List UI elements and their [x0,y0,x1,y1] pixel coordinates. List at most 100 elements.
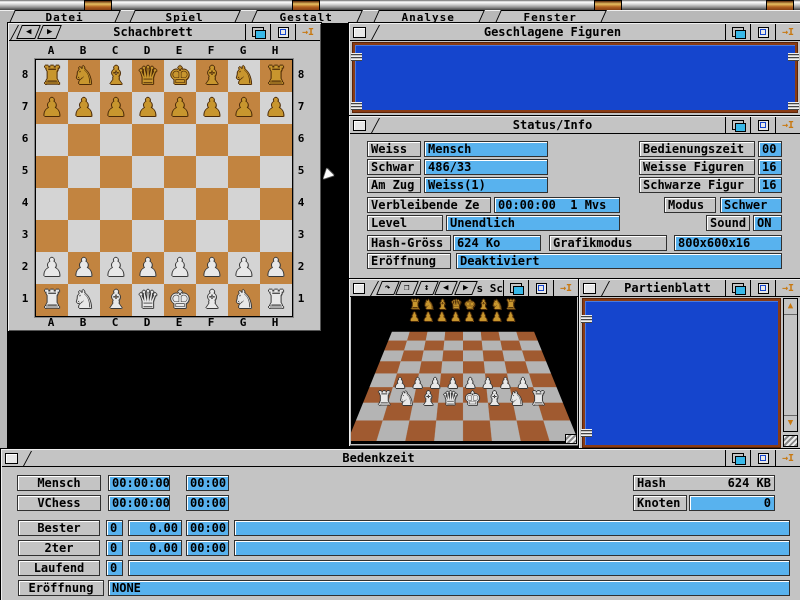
field-2ter-n[interactable]: 0 [106,540,123,556]
field-bester-n[interactable]: 0 [106,520,123,536]
zoom-gadget[interactable] [750,450,775,466]
square-c8[interactable]: ♝ [100,60,132,92]
field-bedienungszeit[interactable]: 00 [758,141,782,157]
schachbrett-titlebar[interactable]: ◀ ▶ Schachbrett →I [9,24,320,41]
move-list-scrollbar[interactable]: ▲ ▼ [783,298,798,432]
zoom-gadget[interactable] [750,280,775,296]
square-a2[interactable]: ♟ [36,252,68,284]
field-mensch-time2[interactable]: 00:00 [186,475,229,491]
square-f8[interactable]: ♝ [196,60,228,92]
square-c4[interactable] [100,188,132,220]
iconify-gadget[interactable]: →I [775,24,800,40]
zoom-gadget[interactable] [528,280,553,296]
square-a5[interactable] [36,156,68,188]
square-a4[interactable] [36,188,68,220]
field-hash-groesse[interactable]: 624 Ko [453,235,541,251]
field-2ter-time[interactable]: 00:00 [186,540,229,556]
square-b8[interactable]: ♞ [68,60,100,92]
square-b6[interactable] [68,124,100,156]
square-a1[interactable]: ♜ [36,284,68,316]
board-3d-view[interactable]: ♜♞♝♛♚♝♞♜ ♟♟♟♟♟♟♟♟ ♟♟♟♟♟♟♟♟ ♜♞♝♛♚♝♞♜ [351,296,577,444]
iconify-gadget[interactable]: →I [295,24,320,40]
field-schwarze-figuren[interactable]: 16 [758,177,782,193]
square-c5[interactable] [100,156,132,188]
square-g5[interactable] [228,156,260,188]
field-bester-score[interactable]: 0.00 [128,520,182,536]
square-a7[interactable]: ♟ [36,92,68,124]
depth-gadget[interactable] [503,280,528,296]
partienblatt-titlebar[interactable]: Partienblatt →I [580,280,800,297]
square-e8[interactable]: ♚ [164,60,196,92]
square-b2[interactable]: ♟ [68,252,100,284]
square-e1[interactable]: ♚ [164,284,196,316]
square-f3[interactable] [196,220,228,252]
square-h3[interactable] [260,220,292,252]
window-gadget[interactable] [353,27,366,38]
square-b7[interactable]: ♟ [68,92,100,124]
status-titlebar[interactable]: Status/Info →I [350,117,800,134]
square-f7[interactable]: ♟ [196,92,228,124]
square-e2[interactable]: ♟ [164,252,196,284]
square-b1[interactable]: ♞ [68,284,100,316]
square-g7[interactable]: ♟ [228,92,260,124]
field-knoten[interactable]: 0 [689,495,775,511]
depth-gadget[interactable] [245,24,270,40]
field-vchess-time2[interactable]: 00:00 [186,495,229,511]
square-b4[interactable] [68,188,100,220]
square-f4[interactable] [196,188,228,220]
square-a3[interactable] [36,220,68,252]
square-h6[interactable] [260,124,292,156]
square-f5[interactable] [196,156,228,188]
square-d7[interactable]: ♟ [132,92,164,124]
chess-board[interactable]: ♜♞♝♛♚♝♞♜♟♟♟♟♟♟♟♟♟♟♟♟♟♟♟♟♜♞♝♛♚♝♞♜ [35,59,293,317]
square-e3[interactable] [164,220,196,252]
window-gadget[interactable] [353,283,365,294]
square-g4[interactable] [228,188,260,220]
depth-gadget[interactable] [725,24,750,40]
zoom-gadget[interactable] [270,24,295,40]
square-h8[interactable]: ♜ [260,60,292,92]
square-g2[interactable]: ♟ [228,252,260,284]
depth-gadget[interactable] [725,117,750,133]
zoom-gadget[interactable] [750,117,775,133]
square-d6[interactable] [132,124,164,156]
resize-grip[interactable] [565,434,577,444]
field-level[interactable]: Unendlich [446,215,620,231]
field-grafikmodus[interactable]: 800x600x16 [674,235,782,251]
field-bester-time[interactable]: 00:00 [186,520,229,536]
iconify-gadget[interactable]: →I [775,117,800,133]
bedenkzeit-titlebar[interactable]: Bedenkzeit →I [2,450,800,467]
square-f1[interactable]: ♝ [196,284,228,316]
square-d4[interactable] [132,188,164,220]
square-f2[interactable]: ♟ [196,252,228,284]
field-mensch-time[interactable]: 00:00:00 [108,475,170,491]
field-weiss[interactable]: Mensch [424,141,548,157]
square-e4[interactable] [164,188,196,220]
square-c7[interactable]: ♟ [100,92,132,124]
window-gadget[interactable] [583,283,596,294]
square-d3[interactable] [132,220,164,252]
field-2ter-line[interactable] [234,540,790,556]
square-c6[interactable] [100,124,132,156]
square-a6[interactable] [36,124,68,156]
depth-gadget[interactable] [725,450,750,466]
field-am-zug[interactable]: Weiss(1) [424,177,548,193]
field-schwarz[interactable]: 486/33 [424,159,548,175]
view3d-titlebar[interactable]: ↷ ❒ ↕ ◀ ▶ s Sc →I [350,280,578,297]
field-weisse-figuren[interactable]: 16 [758,159,782,175]
square-d5[interactable] [132,156,164,188]
field-2ter-score[interactable]: 0.00 [128,540,182,556]
depth-gadget[interactable] [725,280,750,296]
square-d2[interactable]: ♟ [132,252,164,284]
field-eroeffnung-row[interactable]: NONE [108,580,790,596]
square-b5[interactable] [68,156,100,188]
iconify-gadget[interactable]: →I [553,280,578,296]
view-next-button[interactable]: ▶ [454,281,477,295]
field-sound[interactable]: ON [753,215,782,231]
iconify-gadget[interactable]: →I [775,280,800,296]
square-c3[interactable] [100,220,132,252]
geschlagene-titlebar[interactable]: Geschlagene Figuren →I [350,24,800,41]
window-gadget[interactable] [353,120,366,131]
resize-grip[interactable] [783,435,798,447]
square-d8[interactable]: ♛ [132,60,164,92]
